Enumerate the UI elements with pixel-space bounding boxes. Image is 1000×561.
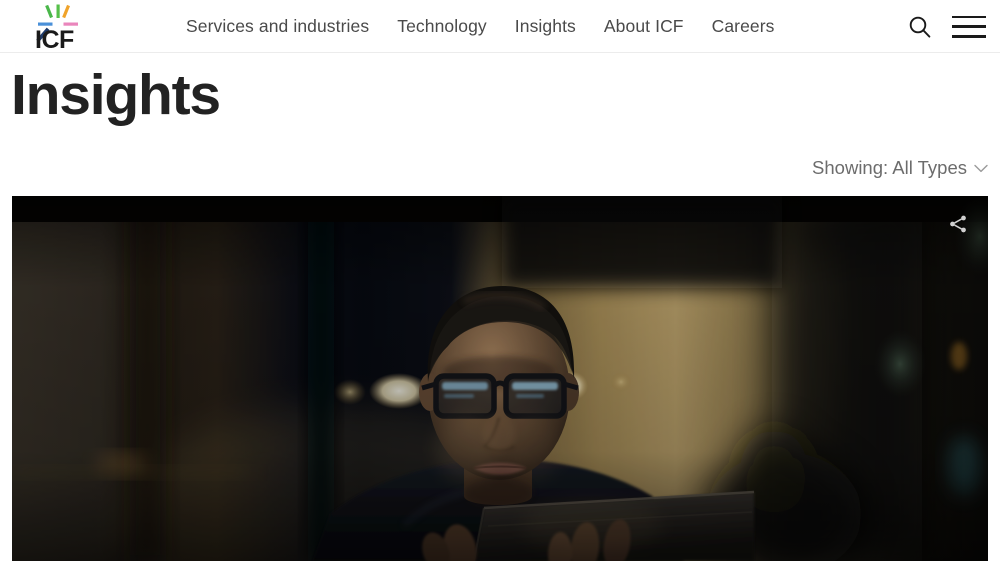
chevron-down-icon <box>974 164 988 172</box>
hamburger-line-1 <box>952 15 986 19</box>
search-button[interactable] <box>907 14 933 40</box>
main-navigation: Services and industries Technology Insig… <box>186 0 789 53</box>
site-header: ICF Services and industries Technology I… <box>0 0 1000 54</box>
type-filter-dropdown[interactable]: Showing: All Types <box>812 157 988 179</box>
page-header-block: Insights Showing: All Types Insights int… <box>0 53 1000 224</box>
hamburger-menu-button[interactable] <box>952 15 986 39</box>
page-title: Insights <box>11 63 221 127</box>
hero-image[interactable] <box>12 196 988 561</box>
icf-logo-mark: ICF <box>35 4 78 54</box>
header-actions <box>907 0 986 53</box>
share-button[interactable] <box>944 210 972 238</box>
hamburger-line-3 <box>952 34 986 38</box>
hamburger-line-2 <box>952 25 986 28</box>
svg-text:ICF: ICF <box>35 26 74 51</box>
nav-technology[interactable]: Technology <box>383 0 501 53</box>
type-filter-label: Showing: All Types <box>812 157 967 178</box>
hero-photo <box>12 196 988 561</box>
icf-logo[interactable]: ICF <box>16 3 94 54</box>
share-icon <box>950 215 966 233</box>
nav-insights[interactable]: Insights <box>501 0 590 53</box>
nav-careers[interactable]: Careers <box>698 0 789 53</box>
nav-about-icf[interactable]: About ICF <box>590 0 698 53</box>
search-icon <box>909 16 931 38</box>
nav-services-and-industries[interactable]: Services and industries <box>186 0 383 53</box>
